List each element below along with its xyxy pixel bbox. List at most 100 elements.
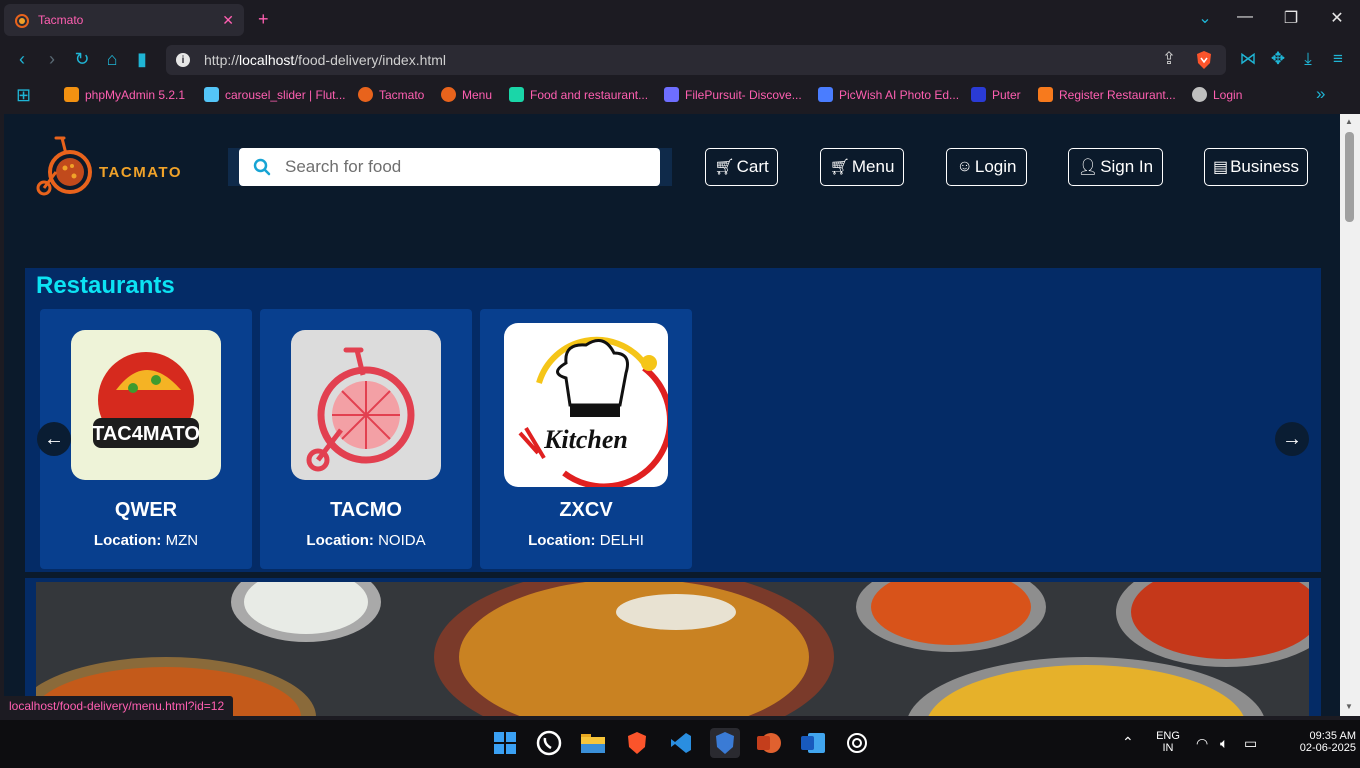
forward-icon[interactable]: › bbox=[42, 49, 62, 70]
more-bookmarks-chevron-icon[interactable]: » bbox=[1316, 84, 1325, 104]
bookmark-icon[interactable]: ▮ bbox=[132, 49, 152, 70]
brave-shield-icon[interactable] bbox=[1195, 50, 1213, 70]
new-tab-button[interactable]: + bbox=[258, 9, 269, 30]
tab-strip: Tacmato ✕ + ⌄ — ❐ ✕ bbox=[0, 0, 1360, 40]
clock[interactable]: 09:35 AM 02-06-2025 bbox=[1272, 730, 1356, 754]
whatsapp-icon[interactable] bbox=[534, 728, 564, 758]
share-icon[interactable]: ⇪ bbox=[1158, 49, 1180, 69]
restaurant-logo-image: Kitchen bbox=[504, 323, 668, 487]
user-plus-icon: 👤︎ bbox=[1077, 159, 1099, 176]
tab-close-icon[interactable]: ✕ bbox=[222, 12, 234, 29]
restaurant-name: TACMO bbox=[330, 499, 402, 521]
page-viewport: TACMATO 🛒︎Cart 🛒︎Menu ☺Login 👤︎Sign In ▤… bbox=[4, 114, 1340, 716]
puter-icon bbox=[971, 87, 986, 102]
phpmyadmin-icon bbox=[64, 87, 79, 102]
bookmark-login[interactable]: Login bbox=[1192, 87, 1242, 102]
vscode-icon[interactable] bbox=[666, 728, 696, 758]
vuetify-icon bbox=[509, 87, 524, 102]
xampp-icon bbox=[1038, 87, 1053, 102]
tray-overflow-chevron-icon[interactable]: ⌃ bbox=[1122, 734, 1134, 751]
scroll-down-icon[interactable]: ▼ bbox=[1345, 702, 1353, 711]
maximize-icon[interactable]: ❐ bbox=[1276, 8, 1306, 28]
svg-text:Kitchen: Kitchen bbox=[543, 425, 628, 454]
bookmark-tacmato[interactable]: Tacmato bbox=[358, 87, 424, 102]
arrow-right-icon: → bbox=[1282, 427, 1302, 450]
browser-tab[interactable]: Tacmato ✕ bbox=[4, 4, 244, 36]
scrollbar-thumb[interactable] bbox=[1345, 132, 1354, 222]
site-info-icon[interactable]: i bbox=[176, 53, 190, 67]
cart-icon: 🛒︎ bbox=[829, 159, 850, 176]
restaurant-card[interactable]: TAC4MATO QWER Location: MZN bbox=[40, 309, 252, 569]
language-indicator[interactable]: ENG IN bbox=[1152, 730, 1184, 754]
brave-browser-icon[interactable] bbox=[622, 728, 652, 758]
restaurant-location: Location: NOIDA bbox=[306, 532, 426, 549]
reload-icon[interactable]: ↻ bbox=[72, 49, 92, 70]
page-scrollbar[interactable]: ▲ ▼ bbox=[1340, 114, 1360, 716]
tacmato-icon bbox=[441, 87, 456, 102]
bookmark-filepursuit[interactable]: FilePursuit- Discove... bbox=[664, 87, 802, 102]
back-icon[interactable]: ‹ bbox=[12, 49, 32, 70]
download-icon[interactable]: ⤓ bbox=[1297, 49, 1319, 69]
file-explorer-icon[interactable] bbox=[578, 728, 608, 758]
restaurant-location: Location: MZN bbox=[93, 532, 199, 549]
bookmark-menu[interactable]: Menu bbox=[441, 87, 492, 102]
restaurant-name: ZXCV bbox=[559, 499, 613, 521]
picwish-icon bbox=[818, 87, 833, 102]
flutter-icon bbox=[204, 87, 219, 102]
url-text[interactable]: http://localhost/food-delivery/index.htm… bbox=[204, 52, 446, 68]
arrow-left-icon: ← bbox=[44, 427, 64, 450]
extension-vscode-icon[interactable]: ⋈ bbox=[1237, 49, 1259, 69]
wifi-icon[interactable]: ◠ bbox=[1196, 735, 1208, 752]
bookmark-picwish[interactable]: PicWish AI Photo Ed... bbox=[818, 87, 959, 102]
restaurant-card[interactable]: Kitchen ZXCV Location: DELHI bbox=[480, 309, 692, 569]
bookmark-carousel-slider[interactable]: carousel_slider | Flut... bbox=[204, 87, 346, 102]
bookmark-puter[interactable]: Puter bbox=[971, 87, 1021, 102]
window-close-icon[interactable]: ✕ bbox=[1322, 8, 1352, 28]
filepursuit-icon bbox=[664, 87, 679, 102]
battery-icon[interactable]: ▭ bbox=[1244, 735, 1257, 752]
menu-hamburger-icon[interactable]: ≡ bbox=[1327, 49, 1349, 69]
tacmato-favicon-icon bbox=[15, 14, 29, 28]
menu-button[interactable]: 🛒︎ Menu bbox=[820, 148, 904, 186]
bookmark-food-and-restaurant[interactable]: Food and restaurant... bbox=[509, 87, 648, 102]
restaurants-section: Restaurants TAC4MATO QWER Location: MZN bbox=[25, 268, 1321, 572]
search-bar[interactable] bbox=[239, 148, 660, 186]
bookmark-phpmyadmin[interactable]: phpMyAdmin 5.2.1 bbox=[64, 87, 185, 102]
tab-title: Tacmato bbox=[38, 13, 84, 27]
volume-mute-icon[interactable]: 🔈︎ bbox=[1220, 735, 1228, 752]
extensions-puzzle-icon[interactable]: ✥ bbox=[1267, 49, 1289, 69]
cart-icon: 🛒︎ bbox=[714, 159, 735, 176]
address-bar[interactable]: i http://localhost/food-delivery/index.h… bbox=[166, 45, 1226, 75]
logo-text: TACMATO bbox=[99, 164, 182, 181]
business-button[interactable]: ▤ Business bbox=[1204, 148, 1308, 186]
restaurant-logo-image bbox=[291, 330, 441, 480]
restaurant-logo-image: TAC4MATO bbox=[71, 330, 221, 480]
login-button[interactable]: ☺ Login bbox=[946, 148, 1027, 186]
status-bar-link: localhost/food-delivery/menu.html?id=12 bbox=[0, 696, 234, 716]
user-circle-icon: ☺ bbox=[956, 158, 973, 175]
svg-text:TAC4MATO: TAC4MATO bbox=[92, 423, 200, 445]
search-input[interactable] bbox=[285, 157, 625, 177]
tab-list-chevron-icon[interactable]: ⌄ bbox=[1190, 8, 1220, 28]
minimize-icon[interactable]: — bbox=[1230, 8, 1260, 26]
sign-in-button[interactable]: 👤︎ Sign In bbox=[1068, 148, 1163, 186]
tacmato-icon bbox=[358, 87, 373, 102]
carousel-next-button[interactable]: → bbox=[1275, 422, 1309, 456]
restaurant-location: Location: DELHI bbox=[528, 532, 644, 549]
apps-grid-icon[interactable]: ⊞ bbox=[16, 85, 31, 106]
bookmark-register-restaurant[interactable]: Register Restaurant... bbox=[1038, 87, 1176, 102]
restaurant-card[interactable]: TACMO Location: NOIDA bbox=[260, 309, 472, 569]
restaurant-name: QWER bbox=[114, 499, 178, 521]
word-icon[interactable] bbox=[798, 728, 828, 758]
home-icon[interactable]: ⌂ bbox=[102, 49, 122, 70]
brave-nightly-icon[interactable] bbox=[710, 728, 740, 758]
globe-icon bbox=[1192, 87, 1207, 102]
search-icon bbox=[253, 158, 271, 176]
section-title: Restaurants bbox=[36, 272, 175, 299]
scroll-up-icon[interactable]: ▲ bbox=[1345, 117, 1353, 126]
chatgpt-icon[interactable] bbox=[842, 728, 872, 758]
carousel-prev-button[interactable]: ← bbox=[37, 422, 71, 456]
start-windows-icon[interactable] bbox=[490, 728, 520, 758]
cart-button[interactable]: 🛒︎ Cart bbox=[705, 148, 778, 186]
powerpoint-icon[interactable] bbox=[754, 728, 784, 758]
